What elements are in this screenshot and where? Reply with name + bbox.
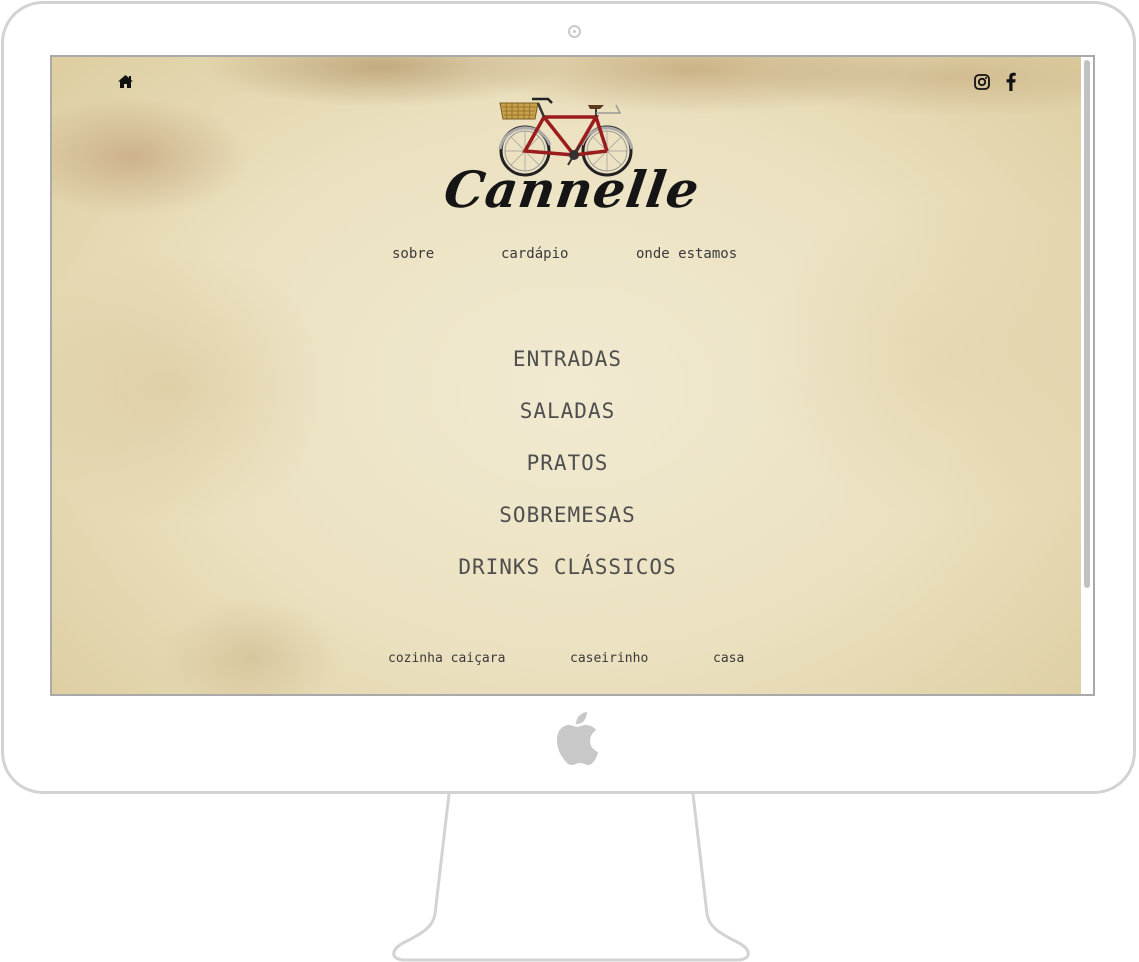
footer-link-casa[interactable]: casa <box>713 651 744 666</box>
imac-monitor: Cannelle sobre cardápio onde estamos ENT… <box>1 1 1136 794</box>
footer-link-cozinha-caicara[interactable]: cozinha caiçara <box>388 651 505 666</box>
facebook-icon[interactable] <box>1006 72 1016 91</box>
browser-screen: Cannelle sobre cardápio onde estamos ENT… <box>50 55 1095 696</box>
menu-category-pratos[interactable]: PRATOS <box>52 451 1083 475</box>
brand-wordmark[interactable]: Cannelle <box>428 160 716 219</box>
apple-logo <box>557 712 598 765</box>
scrollbar-thumb[interactable] <box>1084 60 1090 588</box>
menu-category-drinks-classicos[interactable]: DRINKS CLÁSSICOS <box>52 555 1083 579</box>
footer-link-caseirinho[interactable]: caseirinho <box>570 651 648 666</box>
instagram-icon[interactable] <box>974 74 990 90</box>
menu-category-sobremesas[interactable]: SOBREMESAS <box>52 503 1083 527</box>
camera-icon <box>568 25 581 38</box>
home-icon[interactable] <box>117 74 134 89</box>
menu-category-entradas[interactable]: ENTRADAS <box>52 347 1083 371</box>
scrollbar[interactable] <box>1081 57 1093 694</box>
menu-category-saladas[interactable]: SALADAS <box>52 399 1083 423</box>
monitor-stand <box>392 794 750 962</box>
nav-link-cardapio[interactable]: cardápio <box>501 246 568 262</box>
nav-link-onde-estamos[interactable]: onde estamos <box>636 246 737 262</box>
nav-link-sobre[interactable]: sobre <box>392 246 434 262</box>
